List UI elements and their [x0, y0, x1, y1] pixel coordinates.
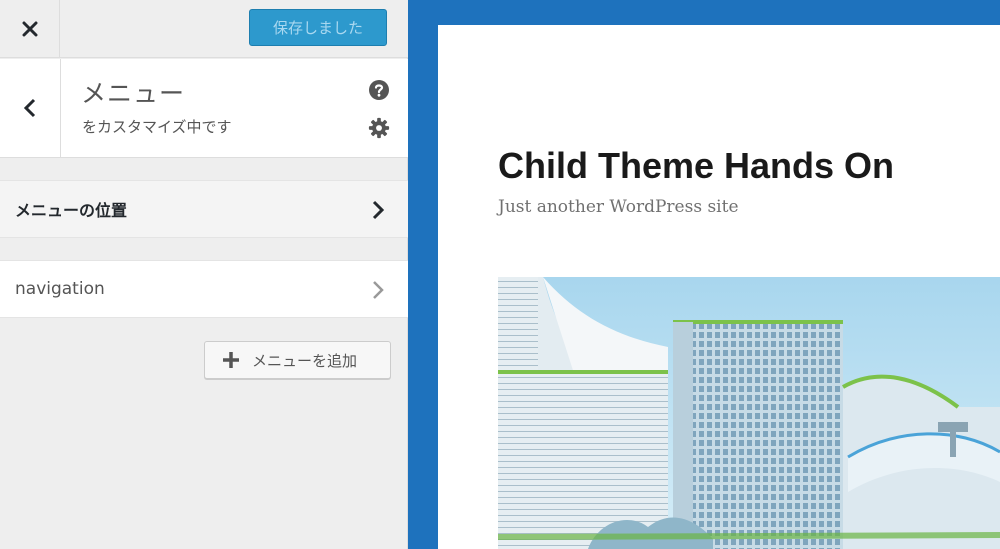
- chevron-right-icon: [373, 281, 384, 299]
- add-menu-label: メニューを追加: [252, 352, 358, 370]
- section-title: メニュー: [81, 79, 186, 108]
- header-image: [498, 277, 1000, 549]
- menu-locations-label: メニューの位置: [15, 201, 128, 220]
- save-button[interactable]: 保存しました: [249, 9, 387, 46]
- customizer-sidebar: 保存しました メニュー をカスタマイズ中です メニューの位置 navigatio…: [0, 0, 408, 549]
- site-title[interactable]: Child Theme Hands On: [498, 145, 894, 187]
- back-button[interactable]: [0, 59, 61, 157]
- section-header: メニュー をカスタマイズ中です: [0, 59, 408, 158]
- site-preview[interactable]: Child Theme Hands On Just another WordPr…: [438, 25, 1000, 549]
- plus-icon: [223, 352, 239, 368]
- gear-icon[interactable]: [368, 117, 390, 139]
- add-menu-button[interactable]: メニューを追加: [204, 341, 391, 379]
- chevron-right-icon: [372, 200, 385, 220]
- customizer-topbar: 保存しました: [0, 0, 408, 58]
- menu-item-navigation[interactable]: navigation: [0, 260, 408, 318]
- chevron-left-icon: [23, 98, 36, 118]
- section-subtitle: をカスタマイズ中です: [82, 118, 232, 136]
- site-description: Just another WordPress site: [498, 197, 739, 217]
- help-icon[interactable]: [369, 80, 389, 100]
- menu-item-label: navigation: [15, 279, 105, 299]
- close-button[interactable]: [0, 0, 60, 58]
- close-icon: [22, 21, 37, 37]
- menu-locations-row[interactable]: メニューの位置: [0, 180, 408, 238]
